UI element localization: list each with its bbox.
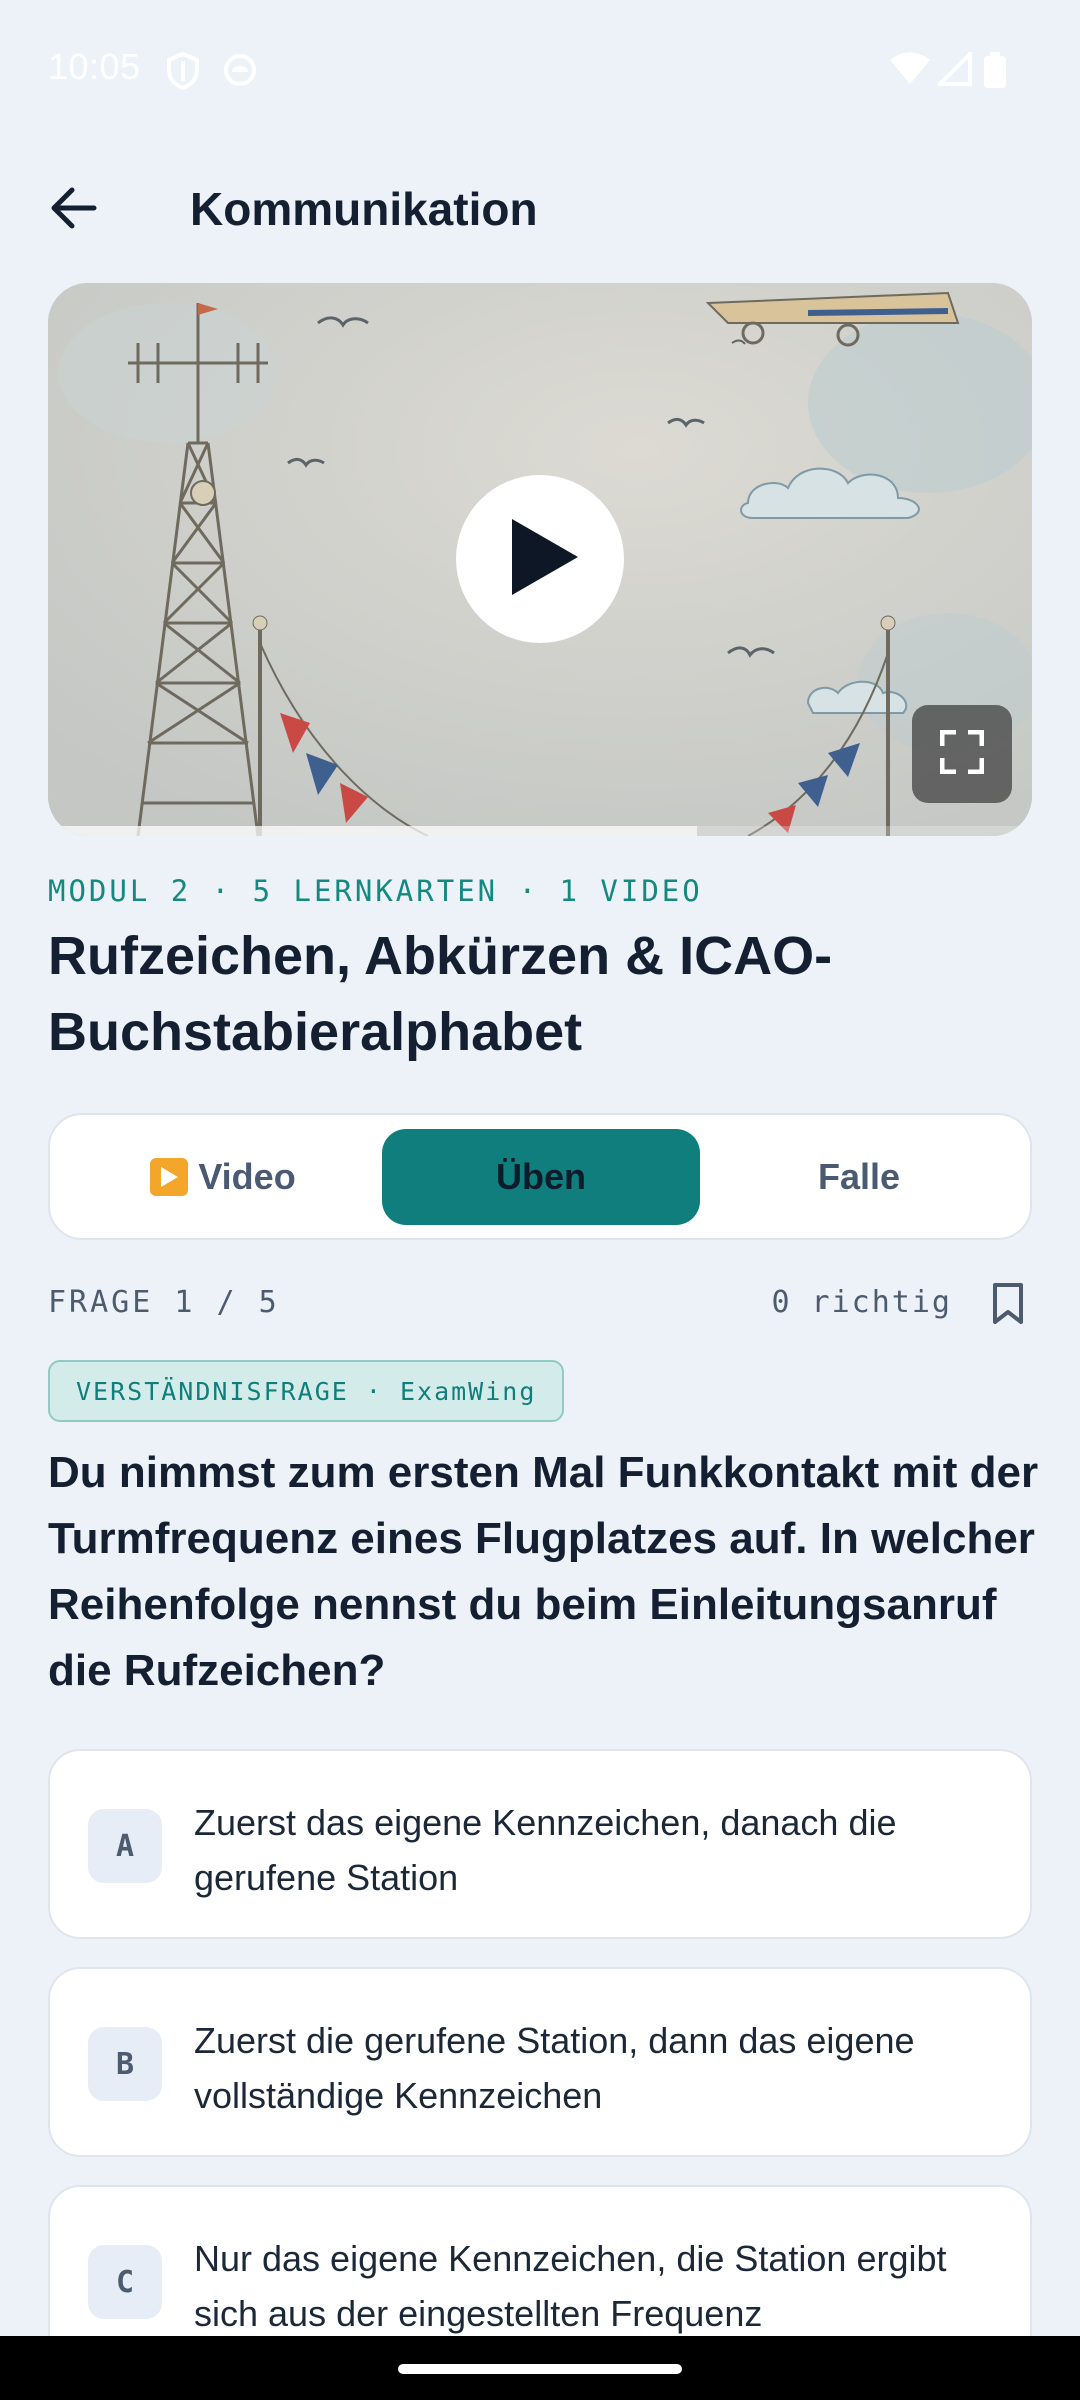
answer-option-b[interactable]: B Zuerst die gerufene Station, dann das … bbox=[48, 1967, 1032, 2157]
status-time: 10:05 bbox=[48, 46, 141, 87]
page-title: Kommunikation bbox=[190, 183, 538, 235]
fullscreen-icon bbox=[939, 729, 985, 779]
home-gesture-handle[interactable] bbox=[398, 2364, 682, 2374]
status-bar: 10:05 bbox=[0, 0, 1080, 140]
bookmark-button[interactable] bbox=[990, 1282, 1026, 1326]
tab-video[interactable]: Video bbox=[64, 1129, 382, 1225]
option-letter: B bbox=[88, 2027, 162, 2101]
play-button-emoji-icon bbox=[150, 1158, 189, 1196]
lesson-title: Rufzeichen, Abkürzen & ICAO-Buchstabiera… bbox=[48, 926, 833, 1062]
fullscreen-button[interactable] bbox=[912, 705, 1012, 803]
back-button[interactable] bbox=[36, 172, 112, 248]
tab-falle[interactable]: Falle bbox=[700, 1129, 1018, 1225]
play-button[interactable] bbox=[456, 475, 624, 643]
video-progress-bar[interactable] bbox=[48, 826, 1032, 836]
option-text: Zuerst die gerufene Station, dann das ei… bbox=[194, 2020, 915, 2116]
option-text: Zuerst das eigene Kennzeichen, danach di… bbox=[194, 1802, 897, 1898]
app-bar: Kommunikation bbox=[0, 160, 1080, 260]
video-progress-fill bbox=[48, 826, 698, 836]
sync-icon bbox=[222, 52, 258, 93]
signal-icon bbox=[935, 49, 972, 91]
tab-falle-label: Falle bbox=[817, 1156, 901, 1197]
correct-count: 0 richtig bbox=[771, 1285, 952, 1320]
question-text: Du nimmst zum ersten Mal Funkkontakt mit… bbox=[48, 1448, 1039, 1695]
module-meta: MODUL 2 · 5 LERNKARTEN · 1 VIDEO bbox=[48, 874, 703, 908]
tab-uben-label: Üben bbox=[496, 1156, 586, 1197]
battery-icon bbox=[984, 52, 1006, 93]
option-letter: A bbox=[88, 1809, 162, 1883]
question-type-badge: VERSTÄNDNISFRAGE · ExamWing bbox=[48, 1360, 565, 1422]
question-counter: FRAGE 1 / 5 bbox=[48, 1285, 280, 1320]
wifi-icon bbox=[890, 52, 930, 91]
shield-icon bbox=[166, 51, 200, 95]
option-letter: C bbox=[88, 2245, 162, 2319]
play-icon bbox=[498, 515, 582, 604]
system-navigation-bar bbox=[0, 2336, 1080, 2400]
mode-tabs: Video Üben Falle bbox=[48, 1113, 1032, 1240]
bookmark-icon bbox=[990, 1283, 1026, 1330]
arrow-left-icon bbox=[50, 186, 98, 235]
video-player[interactable] bbox=[48, 283, 1032, 836]
option-text: Nur das eigene Kennzeichen, die Station … bbox=[194, 2238, 947, 2334]
tab-video-label: Video bbox=[198, 1156, 296, 1197]
tab-uben[interactable]: Üben bbox=[382, 1129, 700, 1225]
answer-option-a[interactable]: A Zuerst das eigene Kennzeichen, danach … bbox=[48, 1749, 1032, 1939]
